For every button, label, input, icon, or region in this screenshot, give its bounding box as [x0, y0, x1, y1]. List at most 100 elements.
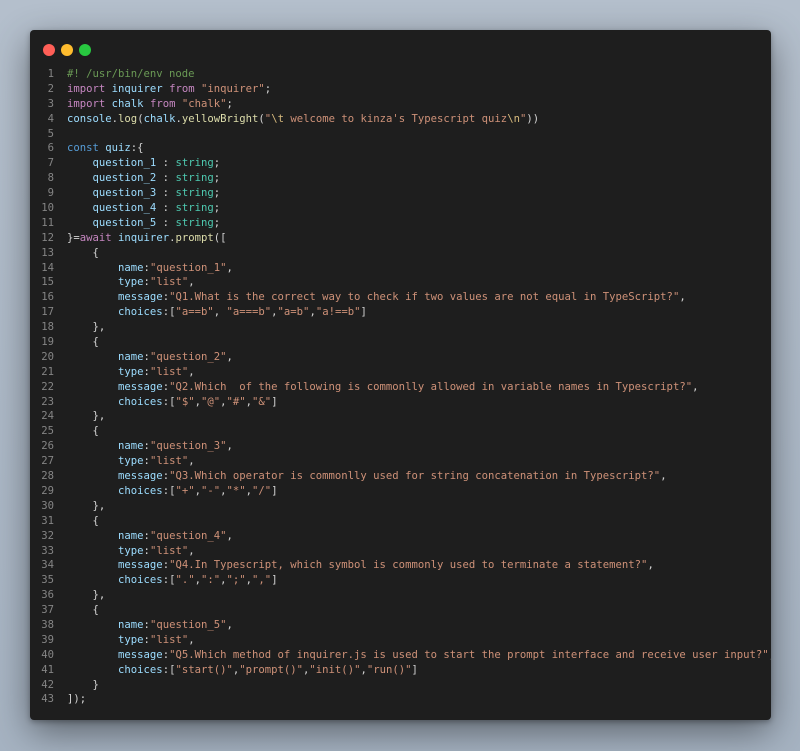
code-text: name:"question_4", [54, 529, 233, 544]
line-number: 32 [41, 529, 54, 542]
maximize-window-icon[interactable] [79, 44, 91, 56]
code-text: { [54, 514, 99, 529]
code-line[interactable]: 9 question_3 : string; [30, 186, 771, 201]
code-line[interactable]: 10 question_4 : string; [30, 201, 771, 216]
code-token: { [67, 604, 99, 617]
code-line[interactable]: 27 type:"list", [30, 454, 771, 469]
code-line[interactable]: 19 { [30, 335, 771, 350]
code-line[interactable]: 8 question_2 : string; [30, 171, 771, 186]
code-text: question_2 : string; [54, 171, 221, 186]
close-window-icon[interactable] [43, 44, 55, 56]
code-line[interactable]: 3 import chalk from "chalk"; [30, 97, 771, 112]
code-token: "list" [149, 633, 189, 646]
code-token: "+" [175, 484, 195, 497]
code-token: log [118, 112, 138, 125]
code-line[interactable]: 32 name:"question_4", [30, 529, 771, 544]
code-token: "*" [226, 484, 246, 497]
code-token: : [156, 187, 176, 200]
code-line[interactable]: 42 } [30, 678, 771, 693]
code-line[interactable]: 40 message:"Q5.Which method of inquirer.… [30, 648, 771, 663]
code-token: question_4 [92, 202, 157, 215]
code-token: question_2 [92, 172, 157, 185]
code-line[interactable]: 13 { [30, 246, 771, 261]
code-line[interactable]: 41 choices:["start()","prompt()","init()… [30, 663, 771, 678]
code-line[interactable]: 4 console.log(chalk.yellowBright("\t welc… [30, 112, 771, 127]
code-token: "question_4" [149, 529, 227, 542]
code-line[interactable]: 6 const quiz:{ [30, 141, 771, 156]
line-number: 4 [47, 112, 54, 125]
line-number: 5 [47, 127, 54, 140]
code-token: "&" [252, 395, 272, 408]
minimize-window-icon[interactable] [61, 44, 73, 56]
code-token: , [226, 440, 233, 453]
code-line[interactable]: 16 message:"Q1.What is the correct way t… [30, 290, 771, 305]
code-line[interactable]: 34 message:"Q4.In Typescript, which symb… [30, 558, 771, 573]
code-line[interactable]: 12}=await inquirer.prompt([ [30, 231, 771, 246]
code-text: message:"Q2.Which of the following is co… [54, 380, 698, 395]
code-line[interactable]: 2 import inquirer from "inquirer"; [30, 82, 771, 97]
code-token: ([ [213, 231, 227, 244]
code-line[interactable]: 25 { [30, 424, 771, 439]
code-line[interactable]: 11 question_5 : string; [30, 216, 771, 231]
code-line[interactable]: 36 }, [30, 588, 771, 603]
line-number: 14 [41, 261, 54, 274]
code-token: "a===b" [226, 306, 272, 319]
code-editor[interactable]: 1 #! /usr/bin/env node 2 import inquirer fr… [30, 67, 771, 707]
line-number: 38 [41, 618, 54, 631]
code-token: , [188, 365, 195, 378]
code-line[interactable]: 31 { [30, 514, 771, 529]
code-token: "list" [149, 365, 189, 378]
code-text: ]); [54, 692, 86, 707]
code-token: type [118, 633, 144, 646]
code-line[interactable]: 20 name:"question_2", [30, 350, 771, 365]
code-line[interactable]: 24 }, [30, 409, 771, 424]
code-text: type:"list", [54, 633, 195, 648]
code-text: type:"list", [54, 454, 195, 469]
line-number: 27 [41, 455, 54, 468]
code-token: \n [507, 112, 520, 125]
code-line[interactable]: 23 choices:["$","@","#","&"] [30, 395, 771, 410]
code-line[interactable]: 29 choices:["+","-","*","/"] [30, 484, 771, 499]
code-token: :[ [162, 395, 176, 408]
code-line[interactable]: 14 name:"question_1", [30, 261, 771, 276]
code-line[interactable]: 17 choices:["a==b", "a===b","a=b","a!==b… [30, 305, 771, 320]
code-token: console [67, 112, 112, 125]
code-line[interactable]: 38 name:"question_5", [30, 618, 771, 633]
line-number: 34 [41, 559, 54, 572]
code-token: type [118, 455, 144, 468]
line-number: 7 [47, 157, 54, 170]
code-text: console.log(chalk.yellowBright("\t welco… [54, 112, 539, 127]
code-text: }, [54, 320, 106, 335]
code-line[interactable]: 18 }, [30, 320, 771, 335]
code-line[interactable]: 7 question_1 : string; [30, 156, 771, 171]
code-text: message:"Q3.Which operator is commonlly … [54, 469, 667, 484]
code-line[interactable]: 1 #! /usr/bin/env node [30, 67, 771, 82]
code-line[interactable]: 26 name:"question_3", [30, 439, 771, 454]
code-line[interactable]: 5 [30, 127, 771, 142]
code-line[interactable]: 33 type:"list", [30, 544, 771, 559]
code-line[interactable]: 15 type:"list", [30, 275, 771, 290]
code-token: message [118, 648, 163, 661]
code-line[interactable]: 28 message:"Q3.Which operator is commonl… [30, 469, 771, 484]
code-token: yellowBright [181, 112, 259, 125]
code-token: choices [118, 574, 163, 587]
code-line[interactable]: 21 type:"list", [30, 365, 771, 380]
line-number: 19 [41, 336, 54, 349]
code-line[interactable]: 37 { [30, 603, 771, 618]
code-line[interactable]: 35 choices:[".",":",";",","] [30, 573, 771, 588]
code-line[interactable]: 30 }, [30, 499, 771, 514]
code-line[interactable]: 22 message:"Q2.Which of the following is… [30, 380, 771, 395]
code-line[interactable]: 39 type:"list", [30, 633, 771, 648]
line-number: 16 [41, 291, 54, 304]
line-number: 21 [41, 365, 54, 378]
code-token: "chalk" [181, 97, 227, 110]
code-text: #! /usr/bin/env node [54, 67, 195, 82]
code-line[interactable]: 43]); [30, 692, 771, 707]
code-text: name:"question_1", [54, 261, 233, 276]
code-token: "question_1" [149, 261, 227, 274]
line-number: 24 [41, 410, 54, 423]
